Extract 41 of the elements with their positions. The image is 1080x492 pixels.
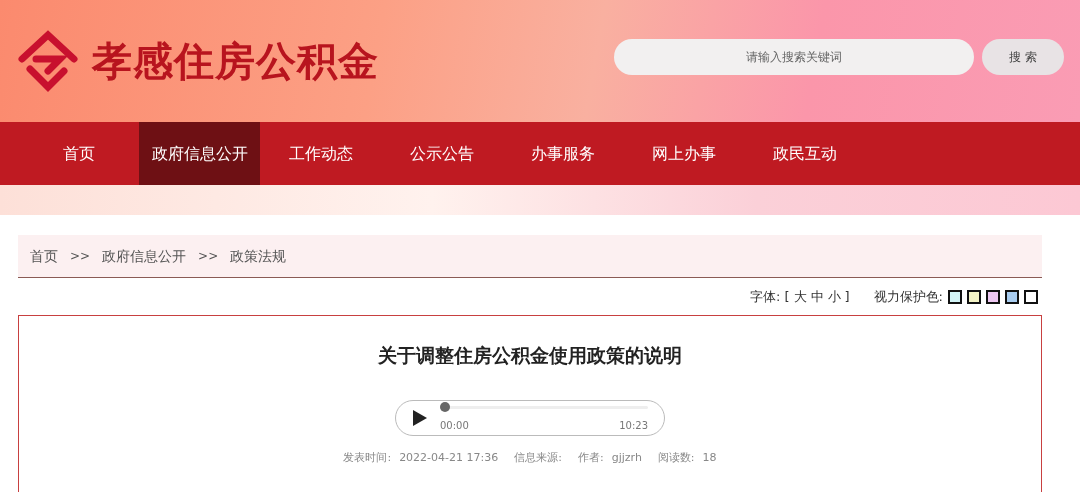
- color-swatch[interactable]: [1026, 291, 1036, 302]
- duration: 10:23: [619, 419, 648, 433]
- breadcrumb-separator: >>: [70, 248, 91, 265]
- meta-value: 2022-04-21 17:36: [399, 449, 499, 466]
- play-icon[interactable]: [412, 408, 428, 427]
- site-title: 孝感住房公积金: [92, 37, 379, 86]
- breadcrumb-link[interactable]: 首页: [30, 245, 58, 267]
- progress-track[interactable]: [440, 402, 648, 412]
- nav-tab[interactable]: 首页: [18, 122, 139, 185]
- font-size-link[interactable]: 大: [793, 286, 807, 307]
- bracket: ]: [844, 287, 850, 306]
- color-swatch[interactable]: [969, 291, 979, 302]
- current-time: 00:00: [440, 419, 469, 433]
- font-size-link[interactable]: 小: [827, 286, 841, 307]
- progress-thumb[interactable]: [440, 402, 450, 412]
- breadcrumb-link[interactable]: 政策法规: [230, 245, 287, 267]
- meta-label: 阅读数:: [657, 449, 695, 466]
- nav-tab[interactable]: 办事服务: [502, 122, 623, 185]
- nav-tab[interactable]: 政府信息公开: [139, 122, 260, 185]
- meta-label: 信息来源:: [514, 449, 562, 466]
- nav-tab[interactable]: 网上办事: [623, 122, 744, 185]
- nav-tab[interactable]: 政民互动: [744, 122, 865, 185]
- breadcrumb-link[interactable]: 政府信息公开: [102, 245, 187, 267]
- meta-label: 作者:: [577, 449, 604, 466]
- font-size-label: 字体:: [750, 287, 781, 306]
- font-size-link[interactable]: 中: [810, 286, 824, 307]
- bracket: [: [784, 287, 790, 306]
- meta-label: 发表时间:: [343, 449, 392, 466]
- meta-value: 18: [702, 449, 717, 466]
- article-title: 关于调整住房公积金使用政策的说明: [378, 343, 682, 368]
- search-button[interactable]: 搜 索: [982, 39, 1064, 75]
- search-field[interactable]: 请输入搜索关键词: [614, 39, 974, 75]
- color-swatch[interactable]: [1007, 291, 1017, 302]
- nav-tab[interactable]: 公示公告: [381, 122, 502, 185]
- logo-icon: [16, 29, 80, 93]
- color-swatch[interactable]: [988, 291, 998, 302]
- nav-tab[interactable]: 工作动态: [260, 122, 381, 185]
- meta-value: gjjzrh: [611, 449, 642, 466]
- eye-care-label: 视力保护色:: [873, 287, 943, 306]
- breadcrumb-separator: >>: [198, 248, 219, 265]
- color-swatch[interactable]: [950, 291, 960, 302]
